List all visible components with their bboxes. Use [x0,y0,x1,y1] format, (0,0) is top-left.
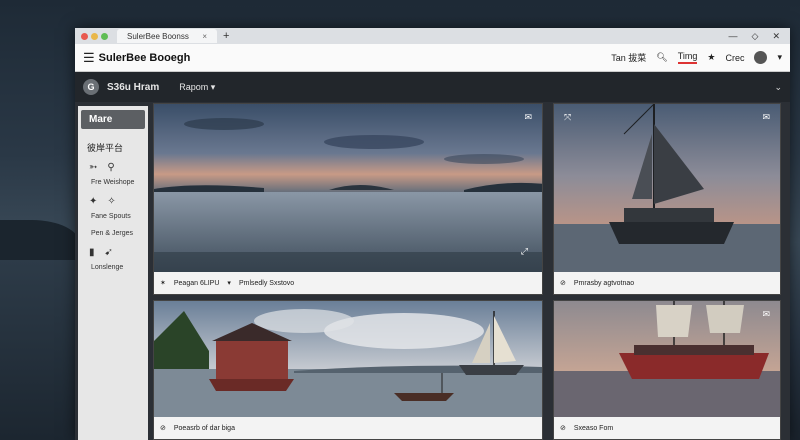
chevron-down-icon[interactable]: ⌄ [774,82,782,93]
harbor-boats-photo [154,301,542,419]
chevron-down-icon[interactable]: ▾ [777,52,782,63]
sidebar-icon-row: ✦ ✧ [81,196,145,207]
caption-title: Sxeaso Fom [573,424,614,432]
minimize-dot-icon[interactable] [91,32,98,40]
sidebar-item-lonslenge[interactable]: Lonslenge [81,264,145,271]
app-bar: ☰ SulerBee Booegh Tan 拔菜 🔍︎ Timg ★ Crec … [75,44,790,72]
bird-icon[interactable]: ⚲ [107,162,114,173]
red-ship-photo [554,301,780,419]
caption-dropdown[interactable]: ▾ [227,279,231,287]
close-button[interactable]: ✕ [772,31,780,42]
expand-icon[interactable]: ⤢ [521,246,528,257]
mail-icon[interactable]: ✉ [524,112,532,123]
browser-tab[interactable]: SulerBee Boonss × [117,29,217,43]
background-water [0,260,80,440]
link-icon[interactable]: ⊘ [560,279,566,287]
sparrow-icon[interactable]: ✦ [89,196,97,207]
photo-card[interactable]: ⤧ ✉ ⊘ Pmrasby agtvotnao [553,103,781,295]
maximize-dot-icon[interactable] [101,32,108,40]
photo-card[interactable]: ✉ ⤢ ✶ Peagan 6LIPU ▾ Pmlsedly Sxstovo [153,103,543,295]
sidebar-item-weishope[interactable]: Fre Weishope [81,179,145,186]
sub-header: G S36u Hram Rapom ▾ ⌄ [75,72,790,102]
tab-label: SulerBee Boonss [127,31,189,41]
minimize-button[interactable]: — [729,31,738,42]
mail-icon[interactable]: ✉ [762,309,770,320]
section-title: S36u Hram [107,81,160,93]
caption-title: Poeasrb of dar biga [173,424,235,432]
sidebar-header[interactable]: Mare [81,110,145,129]
lake-sunset-photo [154,104,542,274]
tab-bar: SulerBee Boonss × + — ◇ ✕ [75,28,790,44]
sidebar-icon-row: ▮ ➹ [81,247,145,258]
card-caption: ⊘ Poeasrb of dar biga [154,417,542,439]
sidebar: Mare 彼岸平台 ➳ ⚲ Fre Weishope ✦ ✧ Fane Spou… [78,106,148,440]
close-dot-icon[interactable] [81,32,88,40]
tall-ship-photo [554,104,780,274]
tab-close-icon[interactable]: × [202,32,207,41]
language-link[interactable]: Tan 拔菜 [611,51,646,64]
sidebar-item-spouts[interactable]: Fane Spouts [81,213,145,220]
sidebar-item-jerges[interactable]: Pen & Jerges [81,230,145,237]
photo-card[interactable]: ✉ ⊘ Sxeaso Fom [553,300,781,440]
restore-button[interactable]: ◇ [752,31,759,42]
star-icon[interactable]: ★ [707,52,715,63]
card-caption: ⊘ Sxeaso Fom [554,417,780,439]
app-bar-actions: Tan 拔菜 🔍︎ Timg ★ Crec ▾ [611,51,782,64]
sidebar-category: 彼岸平台 [87,143,124,153]
timing-link[interactable]: Timg [677,51,698,64]
hamburger-menu-icon[interactable]: ☰ [83,50,95,66]
fish-icon[interactable]: ➳ [89,162,97,173]
avatar[interactable] [754,51,768,64]
mail-icon[interactable]: ✉ [762,112,770,123]
link-icon[interactable]: ⊘ [560,424,566,432]
link-icon[interactable]: ⊘ [160,424,166,432]
app-title: SulerBee Booegh [98,51,191,64]
new-tab-button[interactable]: + [223,30,229,42]
crec-link[interactable]: Crec [725,53,744,63]
caption-title: Pmrasby agtvotnao [573,279,635,287]
section-menu-dropdown[interactable]: Rapom ▾ [179,82,215,93]
wing-icon[interactable]: ✧ [107,196,115,207]
card-caption: ✶ Peagan 6LIPU ▾ Pmlsedly Sxstovo [154,272,542,294]
card-caption: ⊘ Pmrasby agtvotnao [554,272,780,294]
photo-card[interactable]: ⊘ Poeasrb of dar biga [153,300,543,440]
browser-window: SulerBee Boonss × + — ◇ ✕ ☰ SulerBee Boo… [75,28,790,440]
caption-title: Peagan 6LIPU [173,279,220,287]
logo-icon: G [83,79,99,95]
arrow-icon[interactable]: ➹ [105,247,113,258]
door-icon[interactable]: ▮ [89,247,95,258]
star-icon[interactable]: ✶ [160,279,166,287]
window-controls: — ◇ ✕ [729,31,790,42]
background-hill [0,220,80,260]
caption-subtitle: Pmlsedly Sxstovo [238,279,295,287]
sidebar-icon-row: ➳ ⚲ [81,162,145,173]
search-icon[interactable]: 🔍︎ [656,52,667,63]
expand-icon[interactable]: ⤧ [564,112,571,123]
